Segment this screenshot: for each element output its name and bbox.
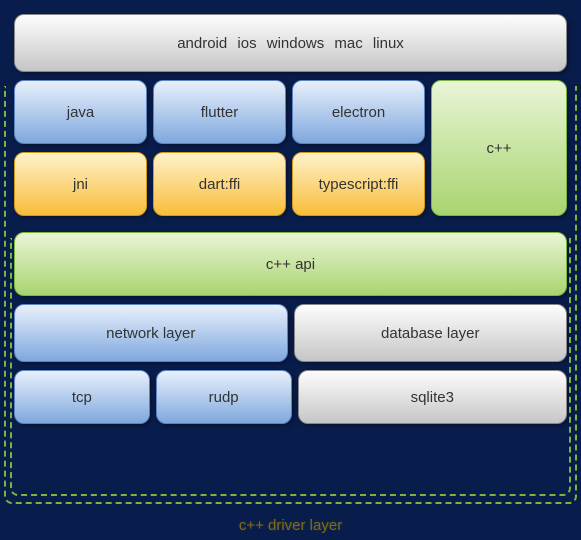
- bracket-label: c++ driver layer: [0, 517, 581, 534]
- database-layer: database layer: [294, 304, 568, 362]
- network-layer: network layer: [14, 304, 288, 362]
- platforms-bar: android ios windows mac linux: [14, 14, 567, 72]
- language-bindings-group: java flutter electron jni dart:ffi types…: [14, 80, 425, 216]
- proto-rudp: rudp: [156, 370, 292, 424]
- lang-flutter: flutter: [153, 80, 286, 144]
- db-sqlite: sqlite3: [298, 370, 568, 424]
- ffi-jni: jni: [14, 152, 147, 216]
- languages-row: java flutter electron: [14, 80, 425, 144]
- cpp-api: c++ api: [14, 232, 567, 296]
- ffi-row: jni dart:ffi typescript:ffi: [14, 152, 425, 216]
- cpp-native: c++: [431, 80, 567, 216]
- middle-layers-row: network layer database layer: [14, 304, 567, 362]
- ffi-dart: dart:ffi: [153, 152, 286, 216]
- bottom-row: tcp rudp sqlite3: [14, 370, 567, 424]
- upper-section: java flutter electron jni dart:ffi types…: [8, 80, 573, 216]
- ffi-ts: typescript:ffi: [292, 152, 425, 216]
- lang-java: java: [14, 80, 147, 144]
- proto-tcp: tcp: [14, 370, 150, 424]
- lang-electron: electron: [292, 80, 425, 144]
- driver-layer-group: c++ api network layer database layer tcp…: [14, 232, 567, 424]
